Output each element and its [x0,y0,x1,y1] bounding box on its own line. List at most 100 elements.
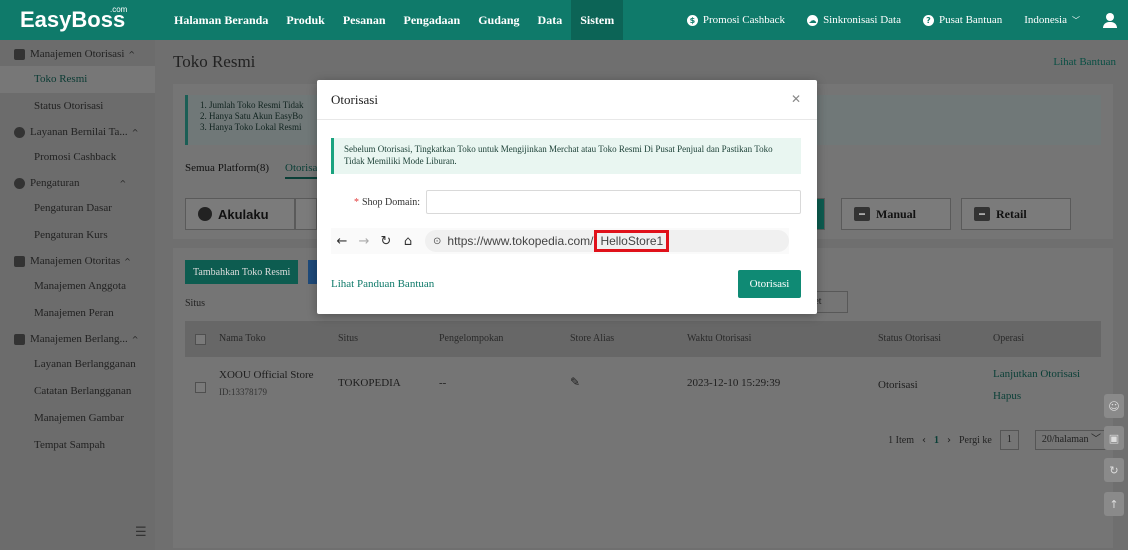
sidebar-group-authorization[interactable]: Manajemen Otorisasi ^ [0,42,155,66]
collapse-menu-icon[interactable]: ☰ [135,525,147,540]
sidebar-group-authority[interactable]: Manajemen Otoritas ^ [0,249,155,273]
nav-orders[interactable]: Pesanan [334,0,395,40]
chevron-up-icon: ^ [124,256,131,266]
tab-all-platforms[interactable]: Semua Platform(8) [185,162,269,179]
scroll-top-icon[interactable]: ↑ [1104,492,1124,516]
sidebar-group-subscription[interactable]: Manajemen Berlang... ^ [0,327,155,351]
sidebar-item-cashback[interactable]: Promosi Cashback [0,144,155,171]
platform-akulaku-button[interactable]: Akulaku [185,198,295,230]
col-operation: Operasi [993,333,1025,344]
nav-products[interactable]: Produk [277,0,333,40]
sidebar-group-label: Manajemen Otoritas [30,255,121,267]
sidebar-item-subscription-log[interactable]: Catatan Berlangganan [0,378,155,405]
nav-procurement[interactable]: Pengadaan [395,0,470,40]
manual-icon: ▬ [854,207,870,221]
prev-page-icon[interactable]: ‹ [922,435,926,446]
goto-input[interactable]: 1 [999,430,1019,450]
shop-domain-label: * Shop Domain: [331,197,426,208]
sidebar-group-value-added[interactable]: Layanan Bernilai Ta... ^ [0,120,155,144]
auth-time: 2023-12-10 15:29:39 [687,377,781,389]
logo[interactable]: EasyBoss .com [0,0,165,40]
language-select[interactable]: Indonesia ﹀ [1024,14,1080,26]
logo-sup: .com [110,5,128,14]
platform-label: Manual [876,206,917,221]
url-field: ⊙ https://www.tokopedia.com/ HelloStore1 [425,230,789,252]
sidebar-item-subscription-service[interactable]: Layanan Berlangganan [0,351,155,378]
select-all-checkbox[interactable] [195,333,206,345]
row-checkbox[interactable] [195,382,206,393]
sync-label: Sinkronisasi Data [823,14,901,26]
sync-link[interactable]: ☁ Sinkronisasi Data [807,14,901,26]
platform-manual-button[interactable]: ▬ Manual [841,198,951,230]
sidebar-group-label: Manajemen Berlang... [30,333,128,345]
refresh-float-icon[interactable]: ↻ [1104,458,1124,482]
modal-alert: Sebelum Otorisasi, Tingkatkan Toko untuk… [331,138,801,174]
current-page[interactable]: 1 [934,435,939,446]
add-official-store-button[interactable]: Tambahkan Toko Resmi [185,260,299,284]
akulaku-icon [198,207,212,221]
nav-system[interactable]: Sistem [571,0,624,40]
shop-domain-label-text: Shop Domain: [361,196,420,208]
help-link[interactable]: Lihat Bantuan [1053,56,1116,68]
site-info-icon: ⊙ [433,235,442,247]
shop-domain-input[interactable] [426,190,801,214]
retail-icon: ▬ [974,207,990,221]
url-base: https://www.tokopedia.com/ [447,234,594,248]
sidebar-item-roles[interactable]: Manajemen Peran [0,300,155,327]
continue-authorization-link[interactable]: Lanjutkan Otorisasi [993,368,1080,380]
sidebar-item-members[interactable]: Manajemen Anggota [0,273,155,300]
language-label: Indonesia [1024,14,1067,26]
chevron-up-icon: ^ [131,127,139,137]
delete-link[interactable]: Hapus [993,390,1021,402]
support-float-icon[interactable]: ☺ [1104,394,1124,418]
sidebar-item-auth-status[interactable]: Status Otorisasi [0,93,155,120]
sidebar-item-basic-settings[interactable]: Pengaturan Dasar [0,195,155,222]
nav-data[interactable]: Data [529,0,572,40]
pagination-total: 1 Item [888,434,914,446]
sidebar: Manajemen Otorisasi ^ Toko Resmi Status O… [0,40,155,550]
platform-label: Retail [996,206,1027,221]
question-icon: ? [922,14,934,26]
sidebar-group-settings[interactable]: Pengaturan ^ [0,171,155,195]
cloud-icon: ☁ [807,14,819,26]
edit-alias-icon[interactable]: ✎ [570,375,580,389]
page-title: Toko Resmi [173,52,256,71]
close-icon[interactable]: ✕ [791,92,801,106]
help-guide-link[interactable]: Lihat Panduan Bantuan [331,278,434,290]
store-group: -- [439,377,447,389]
top-right-menu: $ Promosi Cashback ☁ Sinkronisasi Data ? Pu… [686,0,1118,40]
col-site: Situs [338,333,359,344]
reload-icon: ↻ [380,233,392,249]
shop-domain-row: * Shop Domain: [331,190,801,214]
service-icon [14,126,25,138]
auth-status: Otorisasi [878,379,918,391]
page-size-select[interactable]: 20/halaman ﹀ [1034,430,1108,450]
platform-retail-button[interactable]: ▬ Retail [961,198,1071,230]
platform-blank-button[interactable] [295,198,317,230]
sidebar-item-official-store[interactable]: Toko Resmi [0,66,155,93]
tab-authorized[interactable]: Otorisa [285,162,318,179]
user-avatar-icon[interactable] [1102,12,1118,28]
cashback-link[interactable]: $ Promosi Cashback [686,14,786,26]
cashback-label: Promosi Cashback [702,14,786,26]
sidebar-group-label: Manajemen Otorisasi [30,48,125,60]
sidebar-item-image-management[interactable]: Manajemen Gambar [0,405,155,432]
required-marker: * [353,196,359,208]
sidebar-item-exchange-rate[interactable]: Pengaturan Kurs [0,222,155,249]
help-center-link[interactable]: ? Pusat Bantuan [922,14,1002,26]
platform-tabs: Semua Platform(8) Otorisa [185,162,318,179]
sidebar-item-trash[interactable]: Tempat Sampah [0,432,155,459]
filter-site-label[interactable]: Situs [185,298,205,309]
sidebar-group-label: Layanan Bernilai Ta... [30,126,128,138]
chat-float-icon[interactable]: ▣ [1104,426,1124,450]
table-row: XOOU Official Store ID:13378179 TOKOPEDI… [185,357,1101,415]
nav-warehouse[interactable]: Gudang [469,0,528,40]
main-nav: Halaman Beranda Produk Pesanan Pengadaan… [165,0,624,40]
pagination: 1 Item ‹ 1 › Pergi ke 1 20/halaman ﹀ [888,430,1108,450]
store-id: ID:13378179 [219,387,267,397]
authorize-button[interactable]: Otorisasi [738,270,801,298]
top-navbar: EasyBoss .com Halaman Beranda Produk Pes… [0,0,1128,40]
nav-home[interactable]: Halaman Beranda [165,0,277,40]
goto-label: Pergi ke [958,434,992,446]
next-page-icon[interactable]: › [947,435,951,446]
